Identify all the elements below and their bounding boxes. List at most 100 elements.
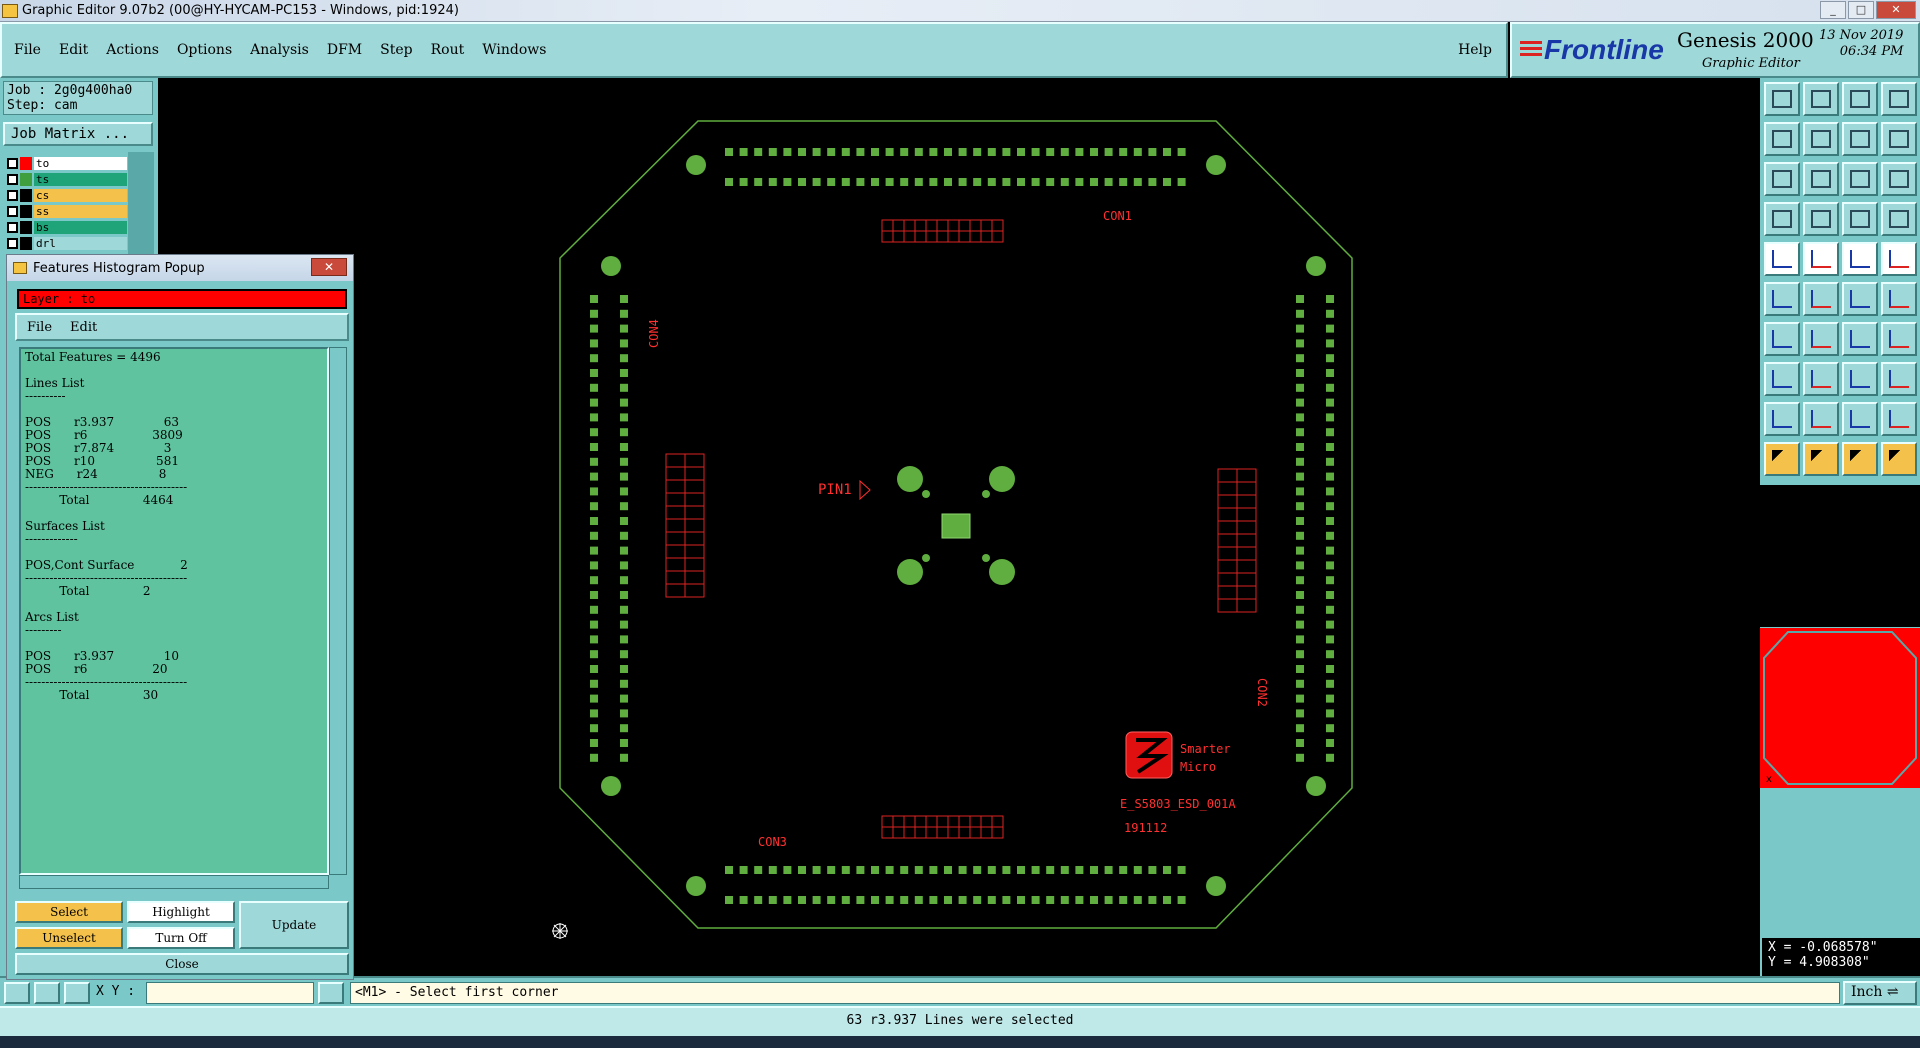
layer-row[interactable]: drl (7, 236, 127, 250)
pointer-step-icon[interactable] (1881, 442, 1917, 476)
xy-input[interactable] (146, 982, 314, 1004)
highlight-button[interactable]: Highlight (127, 901, 235, 923)
circle-icon[interactable] (1881, 242, 1917, 276)
pad (1296, 694, 1304, 703)
layer-checkbox[interactable] (7, 173, 18, 185)
edit-shape-icon[interactable] (1803, 242, 1839, 276)
report-vertical-scrollbar[interactable] (329, 347, 347, 875)
layer-checkbox[interactable] (7, 205, 18, 217)
layer-preview[interactable]: x (1760, 628, 1920, 788)
node-icon[interactable] (1764, 282, 1800, 316)
layer-row[interactable]: ss (7, 204, 127, 218)
turn-off-button[interactable]: Turn Off (127, 927, 235, 949)
menu-file[interactable]: File (14, 42, 41, 58)
popup-menu-file[interactable]: File (27, 320, 52, 335)
point-icon[interactable] (1842, 282, 1878, 316)
layer-row[interactable]: ts (7, 172, 127, 186)
scale-icon[interactable] (1842, 162, 1878, 196)
unselect-button[interactable]: Unselect (15, 927, 123, 949)
pad (590, 398, 598, 407)
layout-icon[interactable] (1881, 82, 1917, 116)
pin-table-cell (684, 570, 705, 585)
layer-color-swatch (20, 236, 32, 250)
rotate-icon[interactable] (1842, 322, 1878, 356)
grid-icon[interactable] (1803, 202, 1839, 236)
move-left-icon[interactable] (1764, 122, 1800, 156)
job-matrix-button[interactable]: Job Matrix ... (3, 122, 153, 146)
pin-table-cell (1236, 494, 1257, 509)
popup-app-icon (13, 262, 27, 274)
resize-icon[interactable] (1842, 362, 1878, 396)
measure-icon[interactable] (34, 982, 60, 1004)
pointer-select-icon[interactable] (1803, 442, 1839, 476)
arch-icon[interactable] (1842, 402, 1878, 436)
triangle-icon[interactable] (1764, 402, 1800, 436)
copy-icon[interactable] (1842, 122, 1878, 156)
menu-dfm[interactable]: DFM (327, 42, 362, 58)
menu-rout[interactable]: Rout (431, 42, 465, 58)
layer-row[interactable]: to (7, 156, 127, 170)
popup-close-icon[interactable]: ✕ (311, 258, 347, 276)
move-right-icon[interactable] (1803, 122, 1839, 156)
menu-options[interactable]: Options (177, 42, 232, 58)
pointer-icon[interactable] (1764, 442, 1800, 476)
pointer-edit-icon[interactable] (1842, 442, 1878, 476)
close-window-button[interactable]: ✕ (1876, 1, 1916, 19)
cross-icon[interactable] (1803, 282, 1839, 316)
layer-row[interactable]: bs (7, 220, 127, 234)
open-icon[interactable] (1764, 82, 1800, 116)
save-icon[interactable] (1803, 82, 1839, 116)
slash-icon[interactable] (1803, 322, 1839, 356)
split-icon[interactable] (1881, 122, 1917, 156)
help-icon[interactable] (1881, 162, 1917, 196)
line-icon[interactable] (1764, 322, 1800, 356)
pad (620, 398, 628, 407)
home-icon[interactable] (1842, 82, 1878, 116)
overview-panel[interactable] (1760, 485, 1920, 627)
arrow-icon[interactable] (1881, 282, 1917, 316)
layer-checkbox[interactable] (7, 237, 18, 249)
report-horizontal-scrollbar[interactable] (19, 875, 329, 889)
menu-edit[interactable]: Edit (59, 42, 88, 58)
corner-icon[interactable] (1764, 362, 1800, 396)
signal-icon[interactable] (1881, 202, 1917, 236)
pad (1326, 679, 1334, 688)
layer-row[interactable]: cs (7, 188, 127, 202)
minimize-button[interactable]: _ (1820, 1, 1846, 19)
popup-menu-edit[interactable]: Edit (70, 320, 97, 335)
draw-icon[interactable] (1764, 202, 1800, 236)
con1-label: CON1 (1103, 209, 1132, 223)
zoom-icon[interactable] (4, 982, 30, 1004)
layer-checkbox[interactable] (7, 189, 18, 201)
menu-analysis[interactable]: Analysis (250, 42, 309, 58)
cluster-icon[interactable] (1881, 362, 1917, 396)
maximize-button[interactable]: □ (1848, 1, 1874, 19)
zoom-in-icon[interactable] (1803, 162, 1839, 196)
menu-step[interactable]: Step (380, 42, 412, 58)
layer-name: ss (34, 204, 127, 218)
menu-actions[interactable]: Actions (106, 42, 159, 58)
unit-selector[interactable]: Inch ⇌ (1843, 981, 1917, 1005)
menu-help[interactable]: Help (1458, 42, 1492, 58)
histogram-report[interactable]: Total Features = 4496 Lines List -------… (19, 347, 329, 875)
lock-icon[interactable] (318, 982, 344, 1004)
layers-icon[interactable] (1842, 202, 1878, 236)
select-button[interactable]: Select (15, 901, 123, 923)
pad (1046, 896, 1055, 904)
dash-icon[interactable] (1803, 362, 1839, 396)
update-button[interactable]: Update (239, 901, 349, 949)
grid-icon[interactable] (64, 982, 90, 1004)
align-icon[interactable] (1881, 322, 1917, 356)
layer-checkbox[interactable] (7, 221, 18, 233)
camera-icon[interactable] (1764, 242, 1800, 276)
menu-windows[interactable]: Windows (482, 42, 546, 58)
popup-close-button[interactable]: Close (15, 953, 349, 975)
layer-name: to (34, 156, 127, 170)
layer-checkbox[interactable] (7, 157, 18, 169)
triangle-filled-icon[interactable] (1803, 402, 1839, 436)
layer-name: bs (34, 220, 127, 234)
zoom-fit-icon[interactable] (1764, 162, 1800, 196)
graphic-canvas[interactable]: CON1 CON3 CON4 CON2 PIN1 Smarter Micro E… (158, 78, 1760, 976)
ruler-icon[interactable] (1842, 242, 1878, 276)
arch-filled-icon[interactable] (1881, 402, 1917, 436)
